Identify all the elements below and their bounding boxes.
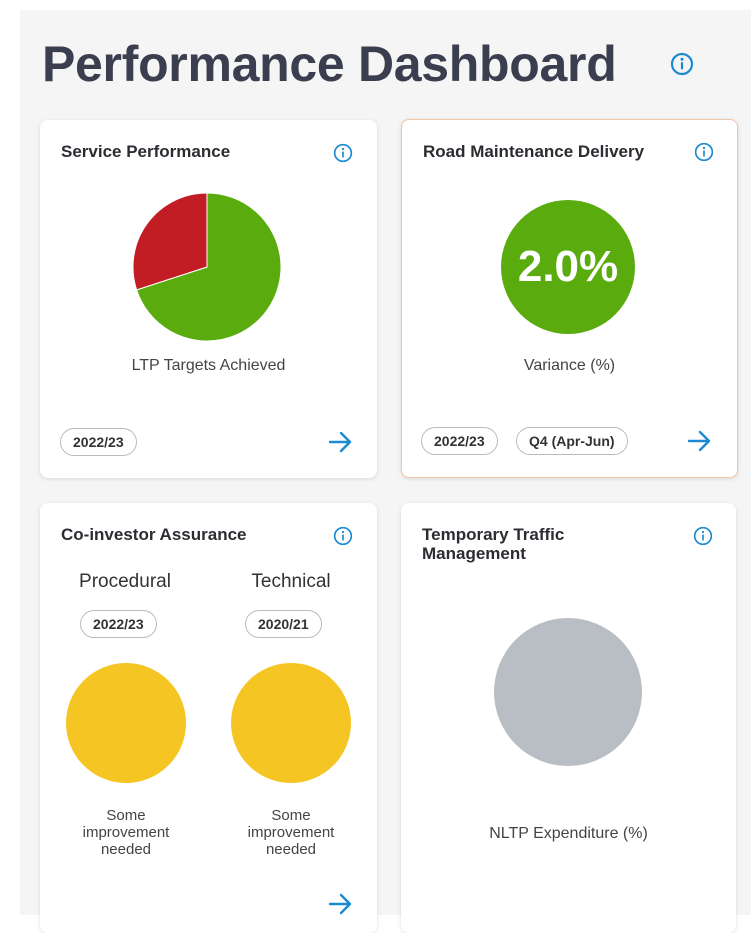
- arrow-right-icon[interactable]: [328, 892, 354, 916]
- chart-caption: Variance (%): [523, 357, 616, 374]
- expenditure-circle: [494, 618, 642, 766]
- chart-caption: NLTP Expenditure (%): [489, 825, 648, 842]
- info-icon[interactable]: [693, 526, 713, 546]
- info-icon[interactable]: [670, 52, 694, 76]
- co-investor-card[interactable]: Co-investor Assurance Procedural Technic…: [40, 503, 377, 933]
- info-icon[interactable]: [333, 143, 353, 163]
- technical-heading: Technical: [251, 571, 331, 592]
- year-badge: 2022/23: [60, 428, 137, 456]
- variance-value: 2.0%: [517, 242, 619, 291]
- info-icon[interactable]: [694, 142, 714, 162]
- ltp-pie-chart: [132, 192, 282, 342]
- road-maintenance-card[interactable]: Road Maintenance Delivery 2.0% Variance …: [401, 119, 738, 478]
- procedural-status-text: Some improvement needed: [82, 807, 170, 858]
- chart-caption: LTP Targets Achieved: [131, 357, 286, 374]
- arrow-right-icon[interactable]: [687, 429, 713, 453]
- technical-status-text: Some improvement needed: [247, 807, 335, 858]
- card-title: Road Maintenance Delivery: [423, 142, 645, 161]
- procedural-year-badge: 2022/23: [80, 610, 157, 638]
- procedural-heading: Procedural: [79, 571, 171, 592]
- card-title: Service Performance: [61, 142, 231, 161]
- quarter-badge: Q4 (Apr-Jun): [516, 427, 628, 455]
- arrow-right-icon[interactable]: [328, 430, 354, 454]
- variance-circle: 2.0%: [501, 200, 635, 334]
- technical-year-badge: 2020/21: [245, 610, 322, 638]
- temporary-traffic-card[interactable]: Temporary Traffic Management NLTP Expend…: [401, 503, 736, 933]
- procedural-status-circle: [66, 663, 186, 783]
- year-badge: 2022/23: [421, 427, 498, 455]
- page-title: Performance Dashboard: [42, 36, 617, 92]
- service-performance-card[interactable]: Service Performance LTP Targets Achieved…: [40, 120, 377, 478]
- info-icon[interactable]: [333, 526, 353, 546]
- card-title: Co-investor Assurance: [61, 525, 247, 544]
- technical-status-circle: [231, 663, 351, 783]
- card-title: Temporary Traffic Management: [422, 525, 565, 563]
